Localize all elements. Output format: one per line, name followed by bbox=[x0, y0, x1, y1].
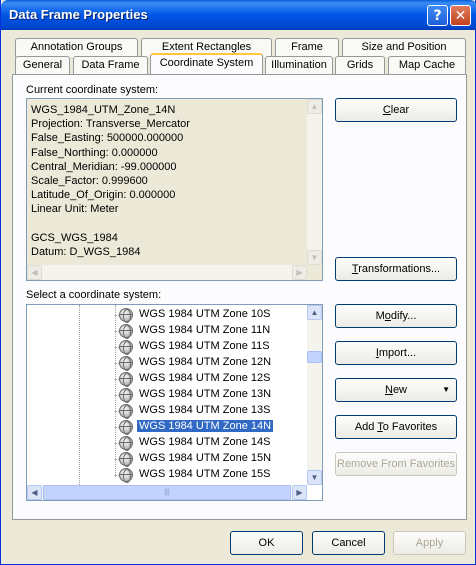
tab-map-cache[interactable]: Map Cache bbox=[388, 56, 466, 75]
tree-item-label: WGS 1984 UTM Zone 10S bbox=[139, 308, 271, 320]
help-icon: ? bbox=[433, 8, 442, 24]
globe-icon bbox=[119, 436, 133, 451]
scroll-right-icon[interactable]: ▶ bbox=[292, 265, 307, 280]
current-cs-textbox[interactable]: WGS_1984_UTM_Zone_14N Projection: Transv… bbox=[26, 98, 323, 281]
tab-general[interactable]: General bbox=[15, 56, 70, 75]
current-cs-label: Current coordinate system: bbox=[26, 84, 159, 96]
tree-item[interactable]: WGS 1984 UTM Zone 11S bbox=[27, 339, 307, 355]
scroll-down-icon[interactable]: ▼ bbox=[307, 470, 322, 485]
modify-label: dify... bbox=[390, 310, 417, 322]
scroll-down-icon[interactable]: ▼ bbox=[307, 250, 322, 265]
window-title: Data Frame Properties bbox=[9, 7, 148, 22]
tree-item-label: WGS 1984 UTM Zone 11N bbox=[139, 324, 271, 336]
tab-annotation-groups[interactable]: Annotation Groups bbox=[15, 38, 138, 57]
new-label: ew bbox=[392, 384, 407, 396]
tree-item[interactable]: WGS 1984 UTM Zone 11N bbox=[27, 323, 307, 339]
tree-vscroll[interactable]: ▲ ▼ bbox=[307, 305, 322, 485]
tree-item-label: WGS 1984 UTM Zone 14N bbox=[135, 419, 275, 433]
apply-button[interactable]: Apply bbox=[393, 531, 466, 555]
tab-coordinate-system[interactable]: Coordinate System bbox=[150, 53, 263, 74]
current-cs-hscroll[interactable]: ◀ ▶ bbox=[27, 265, 307, 280]
globe-icon bbox=[119, 468, 133, 483]
tree-item-selected[interactable]: WGS 1984 UTM Zone 14N bbox=[27, 419, 307, 435]
add-to-favorites-button[interactable]: Add To Favorites bbox=[335, 415, 457, 439]
close-button[interactable]: ✕ bbox=[450, 5, 471, 26]
globe-icon bbox=[119, 372, 133, 387]
tab-frame[interactable]: Frame bbox=[275, 38, 339, 57]
chevron-down-icon: ▼ bbox=[442, 385, 450, 394]
tree-item-label: WGS 1984 UTM Zone 11S bbox=[139, 340, 270, 352]
new-accel: N bbox=[384, 384, 393, 396]
close-icon: ✕ bbox=[454, 8, 467, 24]
transform-label: ransformations... bbox=[358, 263, 441, 275]
tree-item[interactable]: WGS 1984 UTM Zone 12S bbox=[27, 371, 307, 387]
clear-button[interactable]: Clear bbox=[335, 98, 457, 122]
select-cs-label: Select a coordinate system: bbox=[26, 289, 162, 301]
tree-item-label: WGS 1984 UTM Zone 13S bbox=[139, 404, 271, 416]
globe-icon bbox=[119, 388, 133, 403]
tree-item-label: WGS 1984 UTM Zone 12N bbox=[139, 356, 272, 368]
ok-button[interactable]: OK bbox=[230, 531, 303, 555]
tree-item[interactable]: WGS 1984 UTM Zone 13N bbox=[27, 387, 307, 403]
dialog-window: Data Frame Properties ? ✕ Annotation Gro… bbox=[0, 0, 476, 565]
globe-icon bbox=[119, 420, 133, 435]
tree-item-label: WGS 1984 UTM Zone 13N bbox=[139, 388, 272, 400]
globe-icon bbox=[119, 340, 133, 355]
tree-vscroll-thumb[interactable] bbox=[307, 351, 322, 363]
help-button[interactable]: ? bbox=[427, 5, 448, 26]
globe-icon bbox=[119, 356, 133, 371]
tree-item[interactable]: WGS 1984 UTM Zone 10S bbox=[27, 307, 307, 323]
globe-icon bbox=[119, 324, 133, 339]
tree-item[interactable]: WGS 1984 UTM Zone 12N bbox=[27, 355, 307, 371]
modify-button[interactable]: Modify... bbox=[335, 304, 457, 328]
scroll-left-icon[interactable]: ◀ bbox=[27, 485, 42, 500]
tree-item-label: WGS 1984 UTM Zone 15N bbox=[139, 452, 272, 464]
clear-accel: C bbox=[382, 104, 391, 116]
current-cs-vscroll[interactable]: ▲ ▼ bbox=[307, 99, 322, 265]
tree-hscroll[interactable]: ◀ ||| ▶ bbox=[27, 485, 307, 500]
tab-data-frame[interactable]: Data Frame bbox=[73, 56, 148, 75]
modify-label-pre: M bbox=[375, 310, 385, 322]
tree-item[interactable]: WGS 1984 UTM Zone 15N bbox=[27, 451, 307, 467]
globe-icon bbox=[119, 404, 133, 419]
scroll-right-icon[interactable]: ▶ bbox=[292, 485, 307, 500]
import-label: mport... bbox=[378, 347, 417, 359]
title-bar[interactable]: Data Frame Properties ? ✕ bbox=[1, 0, 476, 30]
cs-tree[interactable]: WGS 1984 UTM Zone 10S WGS 1984 UTM Zone … bbox=[26, 304, 323, 501]
new-dropdown-button[interactable]: New ▼ bbox=[335, 378, 457, 402]
scroll-up-icon[interactable]: ▲ bbox=[307, 305, 322, 320]
scroll-up-icon[interactable]: ▲ bbox=[307, 99, 322, 114]
add-fav-label-pre: Add bbox=[354, 421, 378, 433]
add-fav-label: o Favorites bbox=[382, 421, 438, 433]
globe-icon bbox=[119, 308, 133, 323]
tree-item[interactable]: WGS 1984 UTM Zone 14S bbox=[27, 435, 307, 451]
globe-icon bbox=[119, 452, 133, 467]
tab-illumination[interactable]: Illumination bbox=[265, 56, 333, 75]
tree-item-label: WGS 1984 UTM Zone 15S bbox=[139, 468, 271, 480]
tree-item[interactable]: WGS 1984 UTM Zone 13S bbox=[27, 403, 307, 419]
tree-hscroll-thumb[interactable]: ||| bbox=[43, 485, 291, 500]
cancel-button[interactable]: Cancel bbox=[312, 531, 385, 555]
tree-item[interactable]: WGS 1984 UTM Zone 15S bbox=[27, 467, 307, 483]
transformations-button[interactable]: Transformations... bbox=[335, 257, 457, 281]
tree-item-label: WGS 1984 UTM Zone 14S bbox=[139, 436, 271, 448]
tab-panel: Current coordinate system: WGS_1984_UTM_… bbox=[12, 74, 467, 520]
remove-from-favorites-button[interactable]: Remove From Favorites bbox=[335, 452, 457, 476]
clear-label: lear bbox=[390, 104, 410, 116]
import-button[interactable]: Import... bbox=[335, 341, 457, 365]
tree-item-label: WGS 1984 UTM Zone 12S bbox=[139, 372, 271, 384]
current-cs-text: WGS_1984_UTM_Zone_14N Projection: Transv… bbox=[31, 104, 190, 259]
tab-size-and-position[interactable]: Size and Position bbox=[342, 38, 466, 57]
scroll-left-icon[interactable]: ◀ bbox=[27, 265, 42, 280]
tab-grids[interactable]: Grids bbox=[335, 56, 385, 75]
